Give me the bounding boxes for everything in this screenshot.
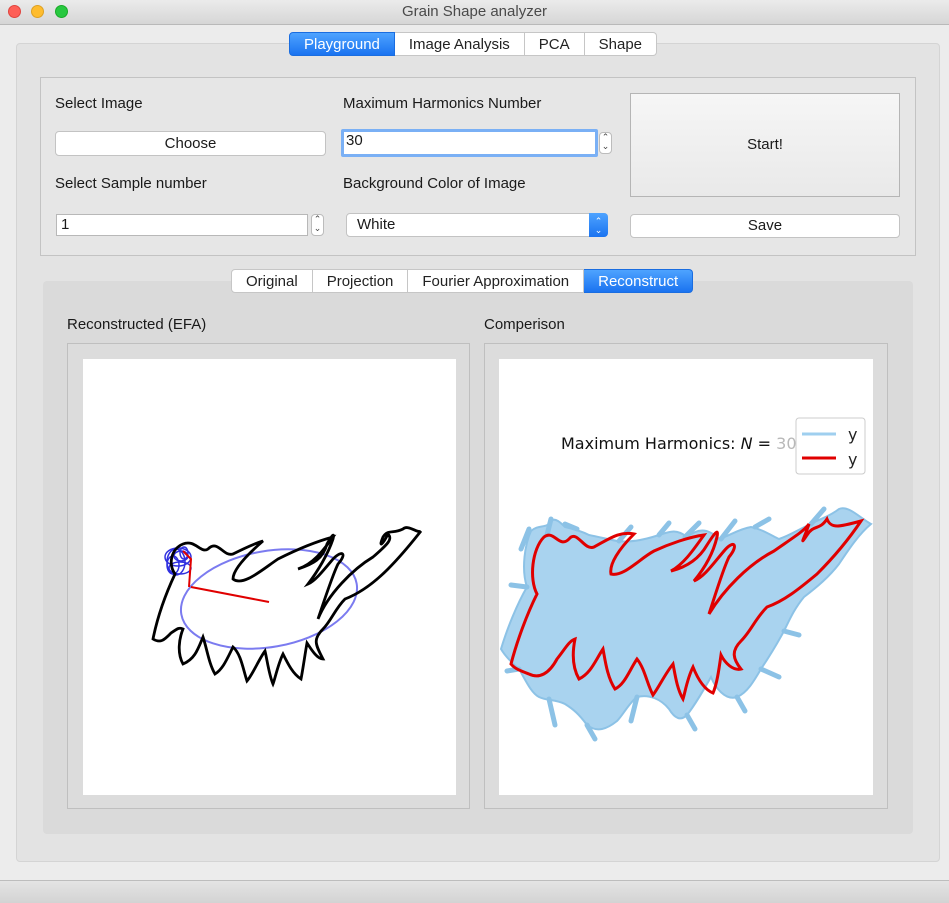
harmonic-epicycles	[164, 546, 192, 576]
reconstructed-plot-title: Reconstructed (EFA)	[67, 316, 207, 333]
max-harmonics-input[interactable]: 30	[341, 129, 598, 157]
save-button[interactable]: Save	[630, 214, 900, 238]
reconstructed-contour	[151, 526, 423, 688]
sample-number-input[interactable]: 1	[56, 214, 308, 236]
tab-original[interactable]: Original	[231, 269, 313, 293]
tab-pca[interactable]: PCA	[524, 32, 585, 56]
harmonics-annotation-value: 30	[776, 434, 796, 453]
main-tab-bar: Playground Image Analysis PCA Shape	[289, 32, 657, 56]
max-harmonics-label: Maximum Harmonics Number	[343, 95, 542, 112]
legend-label-reconstruction: y	[848, 450, 857, 469]
reconstructed-plot-canvas	[83, 359, 456, 795]
status-bar	[0, 880, 949, 903]
start-button[interactable]: Start!	[630, 93, 900, 197]
title-bar: Grain Shape analyzer	[0, 0, 949, 25]
tab-reconstruct[interactable]: Reconstruct	[584, 269, 694, 293]
background-color-select[interactable]: White ⌃ ⌄	[346, 213, 608, 237]
harmonics-annotation-symbol: N	[741, 434, 753, 453]
harmonics-annotation-eq: =	[753, 434, 777, 453]
sample-number-label: Select Sample number	[55, 175, 207, 192]
max-harmonics-stepper[interactable]: ⌃ ⌄	[599, 132, 612, 154]
harmonics-annotation-prefix: Maximum Harmonics:	[561, 434, 741, 453]
window-title: Grain Shape analyzer	[401, 3, 548, 20]
legend: y y	[795, 417, 866, 475]
tab-fourier-approximation[interactable]: Fourier Approximation	[408, 269, 585, 293]
tab-image-analysis[interactable]: Image Analysis	[394, 32, 525, 56]
center-vector-line	[190, 586, 270, 603]
comparison-plot-canvas: y y Maximum Harmonics: N = 30	[499, 359, 873, 795]
reconstructed-plot-svg	[151, 526, 423, 688]
chevron-down-icon: ⌄	[601, 141, 610, 151]
harmonics-annotation: Maximum Harmonics: N = 30	[561, 434, 797, 453]
select-image-label: Select Image	[55, 95, 143, 112]
comparison-plot-svg: y y Maximum Harmonics: N = 30	[499, 417, 873, 742]
view-tab-bar: Original Projection Fourier Approximatio…	[231, 269, 694, 293]
original-grain-shape	[499, 507, 873, 731]
tab-playground[interactable]: Playground	[289, 32, 395, 56]
tab-projection[interactable]: Projection	[312, 269, 409, 293]
choose-button[interactable]: Choose	[55, 131, 326, 156]
background-color-label: Background Color of Image	[343, 175, 526, 192]
legend-label-original: y	[848, 425, 857, 444]
background-color-value: White	[357, 216, 396, 233]
select-arrows-icon: ⌃ ⌄	[589, 213, 608, 237]
chevron-down-icon: ⌄	[313, 223, 322, 233]
tab-shape[interactable]: Shape	[584, 32, 657, 56]
comparison-plot-title: Comperison	[484, 316, 565, 333]
sample-number-stepper[interactable]: ⌃ ⌄	[311, 214, 324, 236]
